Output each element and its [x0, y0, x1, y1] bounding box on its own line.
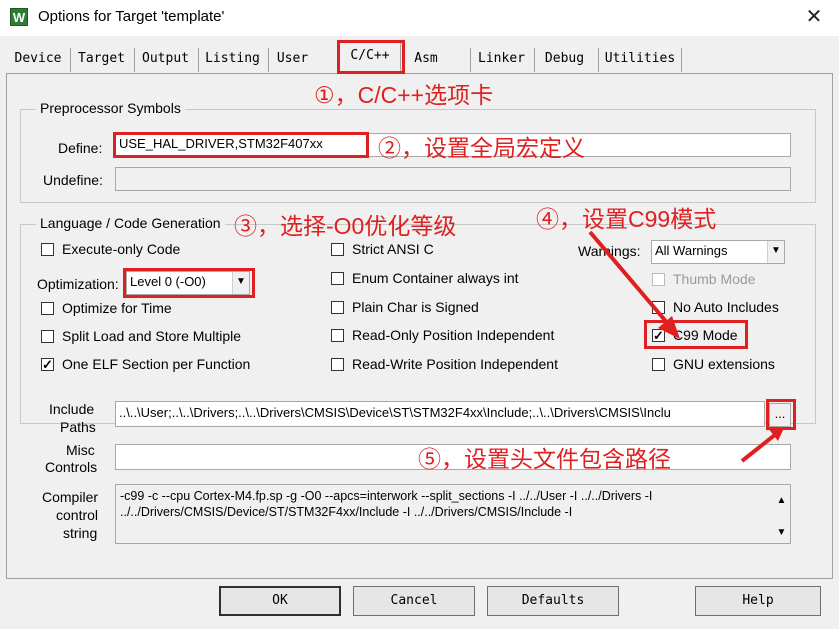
plain-char-checkbox[interactable]	[331, 301, 344, 314]
tab-output[interactable]: Output	[134, 48, 196, 72]
tab-target[interactable]: Target	[70, 48, 132, 72]
defaults-button[interactable]: Defaults	[487, 586, 619, 616]
language-group-title: Language / Code Generation	[36, 215, 225, 231]
thumb-mode-checkbox	[652, 273, 665, 286]
compiler-label-control: control	[56, 507, 99, 523]
define-label: Define:	[58, 140, 103, 156]
window-title: Options for Target 'template'	[38, 8, 225, 25]
execute-only-label: Execute-only Code	[62, 241, 181, 257]
tab-listing[interactable]: Listing	[198, 48, 266, 72]
misc-label: Misc	[66, 442, 95, 458]
undefine-input[interactable]	[115, 167, 791, 191]
include-label-paths: Paths	[60, 419, 96, 435]
cancel-button[interactable]: Cancel	[353, 586, 475, 616]
misc-label-controls: Controls	[45, 459, 98, 475]
tab-user[interactable]: User	[268, 48, 316, 72]
thumb-mode-label: Thumb Mode	[673, 271, 756, 287]
scroll-up-icon[interactable]: ▲	[773, 493, 790, 509]
split-load-checkbox[interactable]	[41, 330, 54, 343]
warnings-value: All Warnings	[655, 243, 728, 258]
split-load-label: Split Load and Store Multiple	[62, 328, 241, 344]
help-button[interactable]: Help	[695, 586, 821, 616]
tab-asm[interactable]: Asm	[406, 48, 446, 72]
include-paths-input[interactable]: ..\..\User;..\..\Drivers;..\..\Drivers\C…	[115, 401, 765, 427]
tab-utilities[interactable]: Utilities	[598, 48, 682, 72]
execute-only-checkbox[interactable]	[41, 243, 54, 256]
compiler-control-string: -c99 -c --cpu Cortex-M4.fp.sp -g -O0 --a…	[115, 484, 791, 544]
annotation-box-define	[113, 132, 369, 158]
compiler-label-string: string	[63, 525, 98, 541]
gnu-ext-checkbox[interactable]	[652, 358, 665, 371]
tab-device[interactable]: Device	[8, 48, 68, 72]
optimize-time-checkbox[interactable]	[41, 302, 54, 315]
annotation-box-optimization	[123, 268, 255, 298]
app-icon: W	[10, 8, 28, 26]
compiler-string-line-2: ../../Drivers/CMSIS/Device/ST/STM32F4xx/…	[120, 505, 573, 519]
scrollbar[interactable]: ▲ ▼	[773, 485, 790, 543]
dialog-client: Device Target Output Listing User C/C++ …	[0, 36, 839, 629]
no-auto-includes-checkbox[interactable]	[652, 301, 665, 314]
enum-container-label: Enum Container always int	[352, 270, 519, 286]
optimization-label: Optimization:	[37, 276, 119, 292]
annotation-1: ①，C/C++选项卡	[314, 82, 494, 108]
tab-linker[interactable]: Linker	[470, 48, 532, 72]
ro-pi-checkbox[interactable]	[331, 329, 344, 342]
rw-pi-label: Read-Write Position Independent	[352, 356, 558, 372]
tab-debug[interactable]: Debug	[534, 48, 594, 72]
preprocessor-group-title: Preprocessor Symbols	[36, 100, 185, 116]
annotation-5: ⑤，设置头文件包含路径	[418, 446, 671, 472]
compiler-string-line-1: -c99 -c --cpu Cortex-M4.fp.sp -g -O0 --a…	[120, 489, 653, 503]
annotation-box-c99	[644, 320, 748, 349]
include-label: Include	[49, 401, 95, 417]
strict-ansi-label: Strict ANSI C	[352, 241, 434, 257]
plain-char-label: Plain Char is Signed	[352, 299, 479, 315]
strict-ansi-checkbox[interactable]	[331, 243, 344, 256]
scroll-down-icon[interactable]: ▼	[773, 525, 790, 541]
undefine-label: Undefine:	[43, 172, 103, 188]
annotation-3: ③，选择-O0优化等级	[234, 213, 457, 239]
ok-button[interactable]: OK	[219, 586, 341, 616]
rw-pi-checkbox[interactable]	[331, 358, 344, 371]
gnu-ext-label: GNU extensions	[673, 356, 775, 372]
chevron-down-icon[interactable]: ▼	[767, 241, 784, 263]
one-elf-checkbox[interactable]: ✓	[41, 358, 54, 371]
annotation-box-include	[766, 399, 796, 430]
compiler-label: Compiler	[42, 489, 99, 505]
optimize-time-label: Optimize for Time	[62, 300, 172, 316]
one-elf-label: One ELF Section per Function	[62, 356, 251, 372]
warnings-label: Warnings:	[578, 243, 641, 259]
warnings-select[interactable]: All Warnings ▼	[651, 240, 785, 264]
annotation-4: ④，设置C99模式	[536, 206, 717, 232]
enum-container-checkbox[interactable]	[331, 272, 344, 285]
no-auto-includes-label: No Auto Includes	[673, 299, 779, 315]
title-bar: W Options for Target 'template' ✕	[0, 0, 839, 36]
annotation-2: ②，设置全局宏定义	[378, 135, 585, 161]
close-button[interactable]: ✕	[801, 4, 827, 30]
ro-pi-label: Read-Only Position Independent	[352, 327, 555, 343]
annotation-box-tab	[337, 40, 405, 74]
